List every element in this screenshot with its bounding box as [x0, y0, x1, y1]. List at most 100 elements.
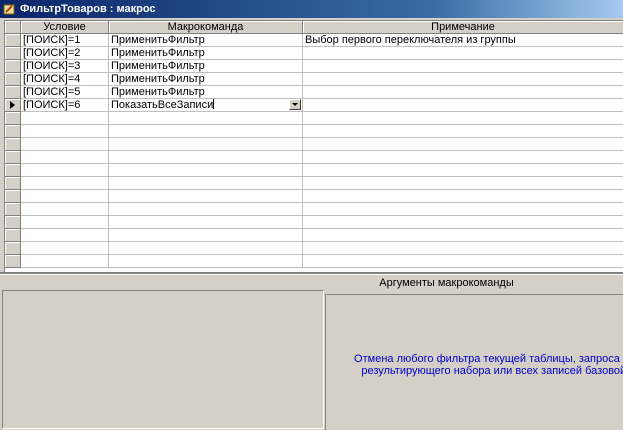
condition-cell[interactable]	[21, 242, 109, 255]
comment-cell[interactable]	[303, 190, 623, 203]
table-row[interactable]: [ПОИСК]=3 ПрименитьФильтр	[5, 60, 623, 73]
comment-cell[interactable]	[303, 86, 623, 99]
comment-cell[interactable]	[303, 255, 623, 268]
action-cell[interactable]: ПрименитьФильтр	[109, 60, 303, 73]
action-cell[interactable]	[109, 216, 303, 229]
row-selector[interactable]	[5, 60, 21, 73]
comment-cell[interactable]	[303, 151, 623, 164]
comment-cell[interactable]: Выбор первого переключателя из группы	[303, 34, 623, 47]
comment-cell[interactable]	[303, 125, 623, 138]
row-selector[interactable]	[5, 164, 21, 177]
action-cell[interactable]	[109, 242, 303, 255]
condition-cell[interactable]	[21, 138, 109, 151]
action-cell[interactable]	[109, 112, 303, 125]
action-cell[interactable]: ПрименитьФильтр	[109, 47, 303, 60]
row-selector[interactable]	[5, 34, 21, 47]
comment-cell[interactable]	[303, 99, 623, 112]
table-row[interactable]: [ПОИСК]=5 ПрименитьФильтр	[5, 86, 623, 99]
action-cell[interactable]	[109, 229, 303, 242]
row-selector[interactable]	[5, 190, 21, 203]
row-selector[interactable]	[5, 73, 21, 86]
comment-cell[interactable]	[303, 216, 623, 229]
condition-cell[interactable]: [ПОИСК]=2	[21, 47, 109, 60]
action-cell[interactable]	[109, 151, 303, 164]
row-selector[interactable]	[5, 151, 21, 164]
table-row[interactable]	[5, 216, 623, 229]
condition-cell[interactable]: [ПОИСК]=4	[21, 73, 109, 86]
row-selector[interactable]	[5, 112, 21, 125]
comment-cell[interactable]	[303, 229, 623, 242]
condition-cell[interactable]	[21, 112, 109, 125]
table-row[interactable]	[5, 151, 623, 164]
action-cell[interactable]	[109, 125, 303, 138]
column-header-action[interactable]: Макрокоманда	[109, 21, 303, 34]
row-selector[interactable]	[5, 203, 21, 216]
condition-cell[interactable]	[21, 229, 109, 242]
table-row[interactable]	[5, 112, 623, 125]
select-all-corner[interactable]	[5, 21, 21, 34]
comment-cell[interactable]	[303, 164, 623, 177]
table-row[interactable]: [ПОИСК]=2 ПрименитьФильтр	[5, 47, 623, 60]
condition-cell[interactable]	[21, 125, 109, 138]
comment-cell[interactable]	[303, 138, 623, 151]
condition-cell[interactable]: [ПОИСК]=6	[21, 99, 109, 112]
condition-cell[interactable]	[21, 190, 109, 203]
column-header-comment[interactable]: Примечание	[303, 21, 623, 34]
condition-cell[interactable]: [ПОИСК]=1	[21, 34, 109, 47]
action-cell[interactable]: ПоказатьВсеЗаписи	[109, 99, 303, 112]
action-cell[interactable]	[109, 190, 303, 203]
comment-cell[interactable]	[303, 177, 623, 190]
macro-grid[interactable]: Условие Макрокоманда Примечание [ПОИСК]=…	[4, 20, 623, 273]
condition-cell[interactable]	[21, 216, 109, 229]
action-cell[interactable]	[109, 138, 303, 151]
comment-cell[interactable]	[303, 47, 623, 60]
row-selector[interactable]	[5, 47, 21, 60]
row-selector[interactable]	[5, 125, 21, 138]
comment-cell[interactable]	[303, 73, 623, 86]
action-cell[interactable]: ПрименитьФильтр	[109, 86, 303, 99]
action-cell[interactable]: ПрименитьФильтр	[109, 73, 303, 86]
action-dropdown-button[interactable]	[289, 99, 301, 110]
table-row[interactable]	[5, 203, 623, 216]
table-row[interactable]	[5, 229, 623, 242]
table-row[interactable]	[5, 242, 623, 255]
condition-cell[interactable]	[21, 255, 109, 268]
row-selector[interactable]	[5, 138, 21, 151]
comment-cell[interactable]	[303, 203, 623, 216]
help-line-1: Отмена любого фильтра текущей таблицы, з…	[354, 353, 623, 365]
row-selector[interactable]	[5, 229, 21, 242]
action-cell[interactable]	[109, 255, 303, 268]
table-row[interactable]	[5, 164, 623, 177]
condition-cell[interactable]	[21, 177, 109, 190]
action-cell[interactable]: ПрименитьФильтр	[109, 34, 303, 47]
table-row[interactable]	[5, 255, 623, 268]
comment-cell[interactable]	[303, 112, 623, 125]
table-row[interactable]: [ПОИСК]=1 ПрименитьФильтр Выбор первого пе…	[5, 34, 623, 47]
condition-cell[interactable]: [ПОИСК]=3	[21, 60, 109, 73]
row-selector[interactable]	[5, 216, 21, 229]
action-value: ПоказатьВсеЗаписи	[111, 99, 214, 111]
row-selector[interactable]	[5, 255, 21, 268]
row-selector[interactable]	[5, 86, 21, 99]
table-row[interactable]	[5, 177, 623, 190]
table-row[interactable]	[5, 190, 623, 203]
row-selector[interactable]	[5, 99, 21, 112]
condition-cell[interactable]	[21, 203, 109, 216]
table-row[interactable]	[5, 138, 623, 151]
pane-splitter[interactable]	[0, 272, 623, 275]
comment-cell[interactable]	[303, 242, 623, 255]
condition-cell[interactable]	[21, 164, 109, 177]
table-row[interactable]: [ПОИСК]=6 ПоказатьВсеЗаписи	[5, 99, 623, 112]
comment-cell[interactable]	[303, 60, 623, 73]
condition-cell[interactable]	[21, 151, 109, 164]
action-cell[interactable]	[109, 177, 303, 190]
action-cell[interactable]	[109, 203, 303, 216]
table-row[interactable]: [ПОИСК]=4 ПрименитьФильтр	[5, 73, 623, 86]
row-selector[interactable]	[5, 177, 21, 190]
action-cell[interactable]	[109, 164, 303, 177]
row-selector[interactable]	[5, 242, 21, 255]
window-titlebar[interactable]: ФильтрТоваров : макрос	[0, 0, 623, 18]
condition-cell[interactable]: [ПОИСК]=5	[21, 86, 109, 99]
table-row[interactable]	[5, 125, 623, 138]
column-header-condition[interactable]: Условие	[21, 21, 109, 34]
